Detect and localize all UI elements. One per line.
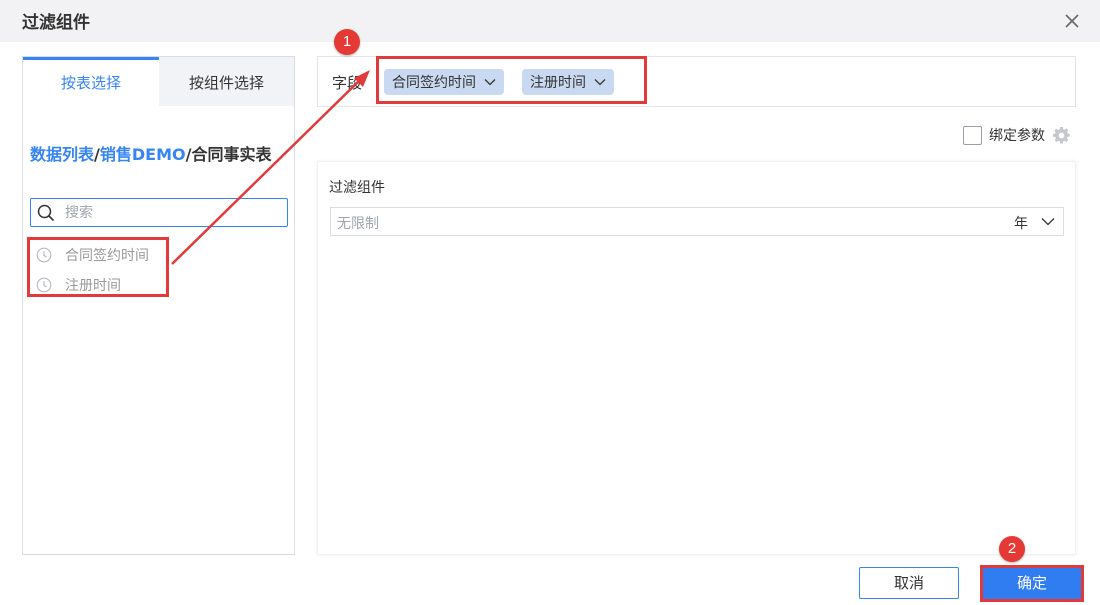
- ok-button-highlight: 确定: [980, 565, 1084, 602]
- bind-params-row: 绑定参数: [963, 124, 1071, 146]
- chip-label: 注册时间: [530, 75, 586, 91]
- breadcrumb: 数据列表/销售DEMO/合同事实表: [30, 141, 271, 165]
- cancel-button[interactable]: 取消: [859, 567, 959, 599]
- close-icon: [1065, 14, 1079, 28]
- field-bar: 字段 合同签约时间 注册时间: [317, 56, 1076, 107]
- config-title: 过滤组件: [329, 180, 385, 196]
- dropdown-value: 无限制: [337, 216, 379, 232]
- search-box: [30, 198, 288, 227]
- field-item-label: 合同签约时间: [65, 248, 149, 264]
- field-chips-highlight: 合同签约时间 注册时间: [376, 56, 647, 104]
- clock-icon: [36, 247, 52, 263]
- clock-icon: [36, 277, 52, 293]
- field-bar-label: 字段: [332, 74, 363, 92]
- field-item-register-time[interactable]: 注册时间: [36, 273, 121, 297]
- step-badge-2: 2: [999, 536, 1025, 562]
- ok-button[interactable]: 确定: [983, 568, 1081, 599]
- chevron-down-icon: [594, 79, 606, 86]
- bind-params-label: 绑定参数: [989, 128, 1045, 144]
- config-panel: 过滤组件 无限制 年: [317, 161, 1076, 555]
- close-button[interactable]: [1060, 9, 1084, 33]
- gear-icon[interactable]: [1052, 126, 1071, 145]
- field-item-contract-sign-time[interactable]: 合同签约时间: [36, 243, 149, 267]
- tab-by-component[interactable]: 按组件选择: [159, 57, 294, 106]
- left-panel: 按表选择 按组件选择 数据列表/销售DEMO/合同事实表 合同签约时间 注册时间: [22, 56, 295, 555]
- step-badge-1: 1: [334, 29, 360, 55]
- breadcrumb-current: 合同事实表: [191, 145, 272, 164]
- time-range-dropdown[interactable]: 无限制 年: [330, 207, 1064, 236]
- dialog-title: 过滤组件: [22, 13, 90, 33]
- field-list-highlight: 合同签约时间 注册时间: [27, 237, 169, 297]
- bind-params-checkbox[interactable]: [963, 125, 982, 145]
- tab-bar: 按表选择 按组件选择: [23, 57, 294, 106]
- search-icon: [37, 204, 55, 222]
- dropdown-unit: 年: [1014, 216, 1028, 232]
- chip-contract-sign-time[interactable]: 合同签约时间: [384, 69, 504, 95]
- breadcrumb-data-list[interactable]: 数据列表: [30, 145, 94, 164]
- chip-label: 合同签约时间: [392, 75, 476, 91]
- chip-register-time[interactable]: 注册时间: [522, 69, 614, 95]
- chevron-down-icon: [1041, 218, 1055, 226]
- breadcrumb-sales-demo[interactable]: 销售DEMO: [100, 145, 186, 164]
- chevron-down-icon: [484, 79, 496, 86]
- dialog-titlebar: 过滤组件: [0, 0, 1100, 42]
- field-item-label: 注册时间: [65, 278, 121, 294]
- search-input[interactable]: [65, 202, 280, 224]
- tab-by-table[interactable]: 按表选择: [23, 57, 159, 106]
